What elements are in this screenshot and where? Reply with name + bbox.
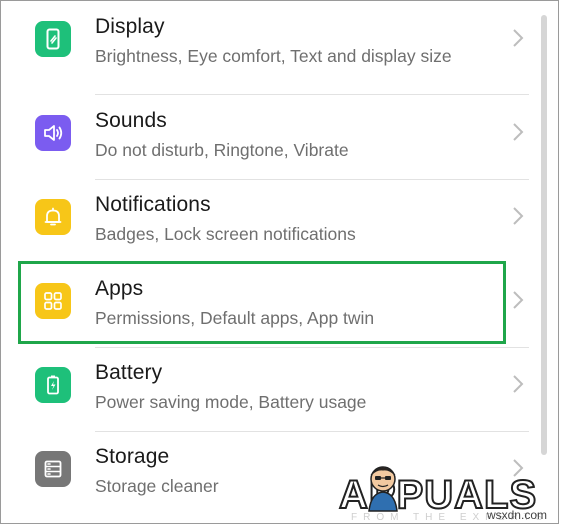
screenshot-frame: Display Brightness, Eye comfort, Text an… (0, 0, 559, 524)
mascot-icon (368, 466, 398, 512)
chevron-right-icon (513, 375, 524, 393)
chevron-right-icon (513, 29, 524, 47)
settings-item-subtitle: Power saving mode, Battery usage (95, 392, 367, 412)
settings-item-sounds[interactable]: Sounds Do not disturb, Ringtone, Vibrate (21, 95, 529, 179)
chevron-right-icon (513, 291, 524, 309)
chevron-right-icon (513, 207, 524, 225)
scrollbar[interactable] (541, 15, 547, 455)
bell-icon (35, 199, 71, 235)
settings-item-subtitle: Badges, Lock screen notifications (95, 224, 356, 244)
settings-item-title: Battery (95, 361, 163, 384)
settings-item-subtitle: Storage cleaner (95, 476, 219, 496)
settings-item-subtitle: Do not disturb, Ringtone, Vibrate (95, 140, 349, 160)
storage-icon (35, 451, 71, 487)
settings-item-battery[interactable]: Battery Power saving mode, Battery usage (21, 347, 529, 431)
settings-item-display[interactable]: Display Brightness, Eye comfort, Text an… (21, 1, 529, 85)
settings-item-subtitle: Brightness, Eye comfort, Text and displa… (95, 46, 452, 66)
settings-item-title: Notifications (95, 193, 211, 216)
battery-icon (35, 367, 71, 403)
settings-item-title: Display (95, 15, 165, 38)
settings-item-notifications[interactable]: Notifications Badges, Lock screen notifi… (21, 179, 529, 263)
site-label: wsxdn.com (486, 508, 547, 522)
apps-highlight-box (18, 261, 506, 344)
display-icon (35, 21, 71, 57)
settings-item-title: Storage (95, 445, 170, 468)
chevron-right-icon (513, 123, 524, 141)
settings-item-title: Sounds (95, 109, 167, 132)
speaker-icon (35, 115, 71, 151)
